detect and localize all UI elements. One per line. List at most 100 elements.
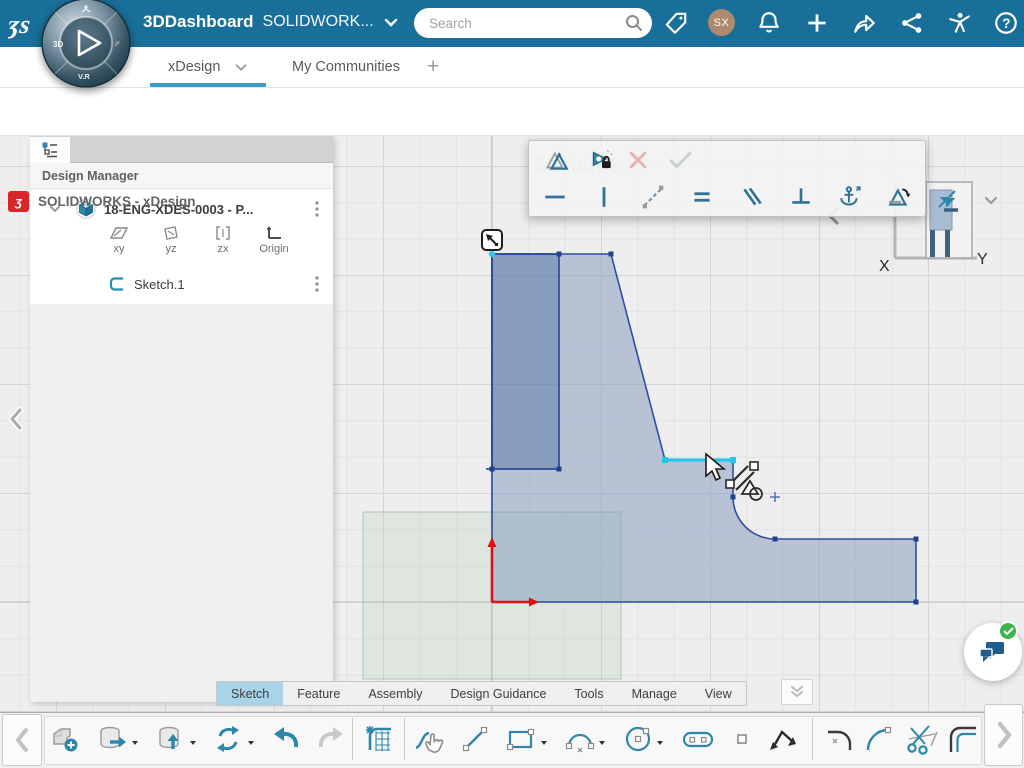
- constraint-context-toolbar: [528, 140, 926, 217]
- toolbar-scroll-right-button[interactable]: [984, 704, 1023, 766]
- toolbar-scroll-left-button[interactable]: [2, 714, 42, 766]
- app-tab-row: xDesign My Communities +: [0, 47, 1024, 88]
- auto-constraint-lock-button[interactable]: [588, 146, 616, 174]
- dashboard-app-title[interactable]: SOLIDWORK...: [263, 13, 374, 31]
- share-network-icon[interactable]: [899, 10, 925, 36]
- panel-collapse-chevron[interactable]: [6, 404, 26, 434]
- dashboard-brand[interactable]: 3DDashboard: [143, 12, 254, 32]
- check-icon: [1003, 627, 1013, 635]
- tree-sketch-item[interactable]: Sketch.1: [30, 271, 333, 297]
- tab-sketch[interactable]: Sketch: [217, 682, 284, 705]
- point-tool-button[interactable]: [722, 716, 762, 762]
- tab-assembly[interactable]: Assembly: [354, 682, 436, 705]
- sketch-item-label: Sketch.1: [134, 276, 185, 292]
- midline-constraint-button[interactable]: [639, 183, 667, 211]
- inner-rectangle[interactable]: [491, 253, 560, 470]
- circle-options-caret[interactable]: [657, 741, 663, 745]
- notifications-bell-icon[interactable]: [756, 10, 782, 36]
- parallel-constraint-button[interactable]: [738, 183, 766, 211]
- undo-button[interactable]: [266, 716, 306, 762]
- circle-tool-button[interactable]: [618, 716, 658, 762]
- tab-view[interactable]: View: [691, 682, 746, 705]
- chevron-down-icon[interactable]: [982, 192, 1000, 210]
- svg-text:?: ?: [1002, 16, 1010, 31]
- rectangle-tool-button[interactable]: [501, 716, 541, 762]
- search-input[interactable]: [414, 8, 652, 38]
- chat-bubbles-icon: [979, 642, 1004, 662]
- save-options-caret[interactable]: [132, 741, 138, 745]
- help-icon[interactable]: ?: [993, 10, 1019, 36]
- sketch-icon: [109, 277, 123, 291]
- insert-part-button[interactable]: [45, 716, 85, 762]
- trim-tool-button[interactable]: [901, 716, 941, 762]
- dimension-tool-button[interactable]: [763, 716, 803, 762]
- tab-feature[interactable]: Feature: [283, 682, 354, 705]
- selected-edge-endpoint[interactable]: [730, 457, 736, 463]
- global-search[interactable]: [414, 8, 652, 38]
- arc-options-caret[interactable]: [599, 741, 605, 745]
- tag-icon[interactable]: [663, 10, 689, 36]
- cancel-button[interactable]: [624, 146, 652, 174]
- rectangle-options-caret[interactable]: [541, 741, 547, 745]
- tab-my-communities[interactable]: My Communities: [292, 47, 400, 87]
- tab-tools[interactable]: Tools: [560, 682, 617, 705]
- slot-tool-button[interactable]: [678, 716, 718, 762]
- avatar[interactable]: SX: [708, 9, 735, 36]
- sync-options-caret[interactable]: [248, 741, 254, 745]
- redo-button[interactable]: [311, 716, 351, 762]
- sketch-tool-button[interactable]: [359, 716, 399, 762]
- fillet-arc-button[interactable]: [858, 716, 898, 762]
- plane-item-xy[interactable]: xy: [96, 225, 142, 255]
- design-manager-tab[interactable]: [30, 137, 70, 163]
- action-bar-collapse-button[interactable]: [781, 679, 813, 705]
- search-icon[interactable]: [624, 13, 644, 33]
- update-options-caret[interactable]: [190, 741, 196, 745]
- plane-item-yz[interactable]: yz: [148, 225, 194, 255]
- arc-tool-button[interactable]: [560, 716, 600, 762]
- 3dexperience-compass[interactable]: 3D V.R i²: [41, 0, 131, 88]
- tab-xdesign[interactable]: xDesign: [168, 47, 248, 87]
- accept-button[interactable]: [666, 146, 694, 174]
- equal-constraint-button[interactable]: [688, 183, 716, 211]
- line-tool-button[interactable]: [455, 716, 495, 762]
- origin-icon: [267, 227, 281, 239]
- chevron-down-icon[interactable]: [383, 14, 399, 30]
- update-from-platform-button[interactable]: [150, 716, 190, 762]
- flip-normal-badge[interactable]: [481, 229, 503, 251]
- design-manager-panel: Design Manager 18-ENG-XDES-0003 - P... x…: [30, 136, 333, 702]
- sync-button[interactable]: [208, 716, 248, 762]
- minimize-icon[interactable]: [886, 192, 904, 210]
- compass-vr-quadrant: V.R: [78, 72, 90, 81]
- add-content-icon[interactable]: [804, 10, 830, 36]
- corner-tool-button[interactable]: [820, 716, 860, 762]
- compass-3d-quadrant: 3D: [53, 40, 63, 49]
- app-window-title: SOLIDWORKS - xDesign: [38, 194, 196, 209]
- restore-window-icon[interactable]: [936, 188, 958, 210]
- status-online-badge: [998, 621, 1018, 641]
- show-constraints-button[interactable]: [543, 146, 571, 174]
- chevron-down-icon[interactable]: [234, 60, 248, 74]
- tab-design-guidance[interactable]: Design Guidance: [437, 682, 561, 705]
- anchor-constraint-button[interactable]: [836, 183, 864, 211]
- kebab-menu-icon[interactable]: [315, 276, 319, 292]
- kebab-menu-icon[interactable]: [315, 201, 319, 217]
- save-to-platform-button[interactable]: [92, 716, 132, 762]
- selected-edge-endpoint[interactable]: [662, 457, 668, 463]
- offset-tool-button[interactable]: [943, 716, 983, 762]
- tab-manage[interactable]: Manage: [618, 682, 691, 705]
- add-tab-button[interactable]: +: [427, 47, 439, 87]
- tree-icon: [42, 142, 57, 158]
- 3ds-logo-icon[interactable]: ʒs: [8, 8, 42, 40]
- perpendicular-constraint-button[interactable]: [787, 183, 815, 211]
- vertical-constraint-button[interactable]: [590, 183, 618, 211]
- plane-item-zx[interactable]: zx: [200, 225, 246, 255]
- assistance-person-icon[interactable]: [946, 10, 972, 36]
- select-move-button[interactable]: [410, 716, 450, 762]
- action-bar-tabs: Sketch Feature Assembly Design Guidance …: [216, 681, 747, 706]
- share-arrow-icon[interactable]: [851, 10, 877, 36]
- plane-item-origin[interactable]: Origin: [251, 225, 297, 255]
- chevron-left-icon: [16, 728, 28, 752]
- selected-vertex[interactable]: [488, 250, 496, 258]
- panel-title: Design Manager: [30, 163, 333, 189]
- horizontal-constraint-button[interactable]: [541, 183, 569, 211]
